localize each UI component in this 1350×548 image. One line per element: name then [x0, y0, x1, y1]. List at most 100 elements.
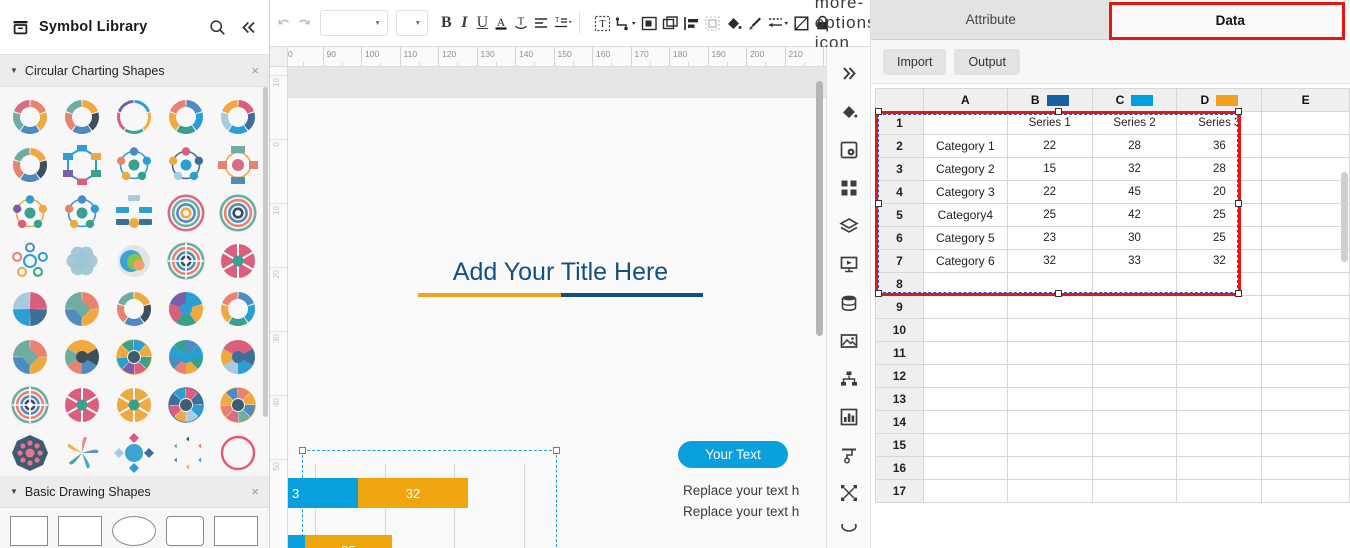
series-color-swatch[interactable] [1216, 95, 1239, 107]
cell[interactable] [1006, 433, 1093, 457]
canvas-vertical-scrollbar[interactable] [815, 69, 824, 528]
cell[interactable]: Category 6 [922, 249, 1008, 273]
cell[interactable]: 25 [1176, 203, 1263, 227]
row-header[interactable]: 15 [875, 433, 924, 457]
cell[interactable]: 22 [1006, 134, 1093, 158]
presentation-icon[interactable] [832, 248, 866, 281]
connector-icon[interactable] [614, 8, 638, 38]
cell[interactable] [1091, 318, 1178, 342]
shape-thumbnail[interactable] [108, 381, 160, 429]
shape-thumbnail[interactable] [4, 333, 56, 381]
cell[interactable] [922, 272, 1008, 296]
duplicate-icon[interactable] [661, 8, 680, 38]
row-header[interactable]: 5 [875, 203, 924, 227]
cell[interactable]: Category4 [922, 203, 1008, 227]
table-row[interactable]: 14 [875, 410, 1350, 434]
cell[interactable]: 20 [1176, 180, 1263, 204]
cell[interactable] [1091, 364, 1178, 388]
cell[interactable]: 30 [1091, 226, 1178, 250]
row-header[interactable]: 1 [875, 111, 924, 135]
shape-settings-icon[interactable] [832, 133, 866, 166]
line-spacing-icon[interactable]: T [552, 8, 572, 38]
font-size-select[interactable]: ▼ [396, 10, 429, 36]
row-header[interactable]: 3 [875, 157, 924, 181]
row-header[interactable]: 10 [875, 318, 924, 342]
table-row[interactable]: 16 [875, 456, 1350, 480]
shape-thumbnail[interactable] [56, 141, 108, 189]
shape-thumbnail[interactable] [56, 333, 108, 381]
data-sheet[interactable]: ABCDE 1 Series 1 Series 2 Series 3 2 Category… [871, 84, 1350, 548]
shape-thumbnail[interactable] [108, 237, 160, 285]
row-header[interactable]: 11 [875, 341, 924, 365]
cell[interactable] [922, 479, 1008, 503]
annotation-icon[interactable] [832, 439, 866, 472]
table-row[interactable]: 4 Category 3 22 45 20 [875, 180, 1350, 204]
shape-thumbnail[interactable] [4, 381, 56, 429]
shape-thumbnail[interactable] [212, 189, 264, 237]
row-header[interactable]: 2 [875, 134, 924, 158]
cell[interactable] [1261, 249, 1350, 273]
shadow-icon[interactable] [792, 8, 811, 38]
align-objects-icon[interactable] [682, 8, 701, 38]
cell[interactable]: Series 1 [1006, 111, 1093, 135]
shape-thumbnail[interactable] [108, 93, 160, 141]
cell[interactable] [1176, 456, 1263, 480]
cell[interactable] [1006, 272, 1093, 296]
cell[interactable] [1261, 387, 1350, 411]
layers-icon[interactable] [832, 210, 866, 243]
cell[interactable] [1261, 364, 1350, 388]
cell[interactable]: 23 [1006, 226, 1093, 250]
column-header-E[interactable]: E [1261, 88, 1350, 112]
cell[interactable]: 28 [1176, 157, 1263, 181]
image-icon[interactable] [832, 324, 866, 357]
cell[interactable] [1091, 387, 1178, 411]
cell[interactable]: 33 [1091, 249, 1178, 273]
collapse-chevrons-icon[interactable] [240, 19, 257, 36]
shape-thumbnail[interactable] [4, 429, 56, 476]
cell[interactable]: 25 [1006, 203, 1093, 227]
shape-thumbnail[interactable] [160, 381, 212, 429]
cell[interactable]: 32 [1091, 157, 1178, 181]
cell[interactable] [1176, 341, 1263, 365]
cell[interactable] [1261, 272, 1350, 296]
fill-bucket-icon[interactable] [724, 8, 743, 38]
cell[interactable]: 28 [1091, 134, 1178, 158]
table-row[interactable]: 3 Category 2 15 32 28 [875, 157, 1350, 181]
table-row[interactable]: 17 [875, 479, 1350, 503]
shape-thumbnail[interactable] [4, 93, 56, 141]
cell[interactable] [1006, 318, 1093, 342]
cell[interactable] [1261, 410, 1350, 434]
cell[interactable] [1006, 479, 1093, 503]
body-text-block[interactable]: Replace your text h Replace your text h [683, 480, 799, 522]
line-style-icon[interactable] [766, 8, 790, 38]
cell[interactable]: 32 [1176, 249, 1263, 273]
drawing-canvas[interactable]: Add Your Title Here 3 32 Your Text Repla… [288, 67, 826, 548]
shape-thumbnail[interactable] [160, 189, 212, 237]
shape-thumbnail[interactable] [160, 333, 212, 381]
shape-thumbnail[interactable] [160, 237, 212, 285]
cell[interactable] [1176, 272, 1263, 296]
shape-thumbnail[interactable] [212, 333, 264, 381]
table-row[interactable]: 13 [875, 387, 1350, 411]
resize-handle-top-left[interactable] [299, 447, 306, 454]
table-row[interactable]: 6 Category 5 23 30 25 [875, 226, 1350, 250]
cell[interactable] [922, 295, 1008, 319]
cell[interactable] [1261, 226, 1350, 250]
shape-thumbnail[interactable] [212, 285, 264, 333]
brush-icon[interactable] [745, 8, 764, 38]
cell[interactable] [1261, 456, 1350, 480]
shape-rectangle[interactable] [58, 516, 102, 546]
cell[interactable] [1176, 433, 1263, 457]
table-row[interactable]: 12 [875, 364, 1350, 388]
row-header[interactable]: 8 [875, 272, 924, 296]
cell[interactable]: 32 [1006, 249, 1093, 273]
row-header[interactable]: 16 [875, 456, 924, 480]
cell[interactable] [1091, 479, 1178, 503]
select-area-icon[interactable] [703, 8, 722, 38]
column-header-B[interactable]: B [1006, 88, 1093, 112]
group-icon[interactable] [640, 8, 659, 38]
output-button[interactable]: Output [954, 48, 1020, 75]
table-row[interactable]: 11 [875, 341, 1350, 365]
table-row[interactable]: 1 Series 1 Series 2 Series 3 [875, 111, 1350, 135]
shape-thumbnail[interactable] [108, 333, 160, 381]
